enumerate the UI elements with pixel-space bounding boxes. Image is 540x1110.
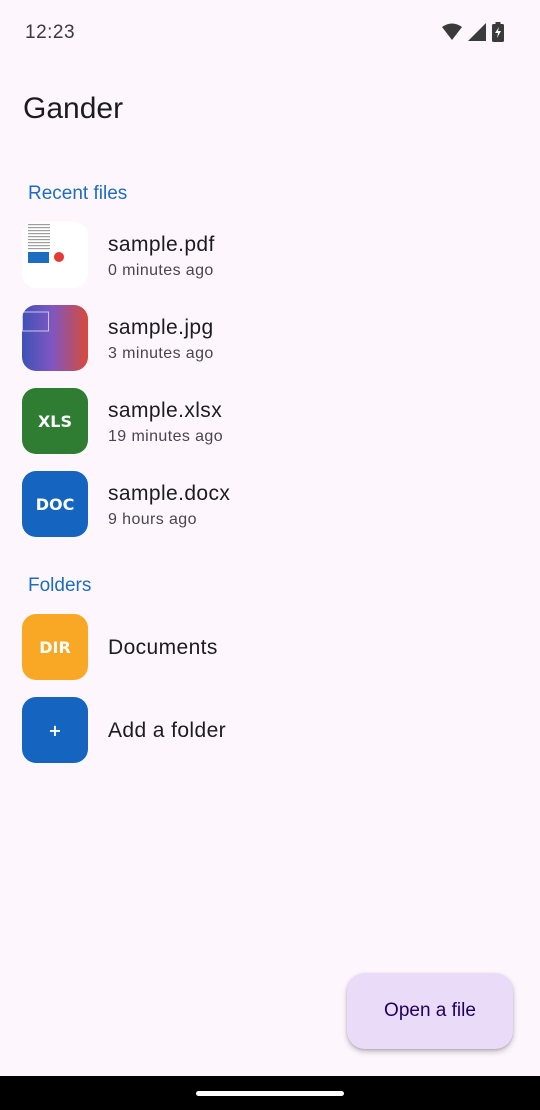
recent-files-header: Recent files <box>28 183 128 204</box>
file-name: sample.xlsx <box>108 399 223 422</box>
file-time: 19 minutes ago <box>108 428 224 445</box>
app-title: Gander <box>23 92 124 125</box>
add-folder-label: Add a folder <box>108 719 227 742</box>
file-time: 9 hours ago <box>108 511 197 528</box>
add-folder-item[interactable]: + Add a folder <box>0 697 540 767</box>
xls-file-icon: XLS <box>22 388 88 454</box>
folders-header: Folders <box>28 575 92 596</box>
file-name: sample.pdf <box>108 233 215 256</box>
file-time: 0 minutes ago <box>108 262 214 279</box>
system-nav-bar <box>0 1076 540 1110</box>
folder-item-documents[interactable]: DIR Documents <box>0 614 540 684</box>
recent-file-item-docx[interactable]: DOC sample.docx 9 hours ago <box>0 471 540 541</box>
status-time: 12:23 <box>25 22 76 43</box>
image-thumbnail-icon <box>22 305 88 371</box>
home-gesture-handle[interactable] <box>196 1091 344 1096</box>
status-bar: 12:23 <box>0 0 540 68</box>
battery-charging-icon <box>492 21 504 47</box>
cell-signal-icon <box>468 22 486 46</box>
folder-icon: DIR <box>22 614 88 680</box>
status-icons <box>442 21 504 47</box>
file-name: sample.jpg <box>108 316 214 339</box>
pdf-thumbnail-icon <box>22 222 88 288</box>
recent-file-item-pdf[interactable]: sample.pdf 0 minutes ago <box>0 222 540 292</box>
file-name: sample.docx <box>108 482 231 505</box>
wifi-icon <box>442 23 462 46</box>
recent-file-item-xlsx[interactable]: XLS sample.xlsx 19 minutes ago <box>0 388 540 458</box>
doc-file-icon: DOC <box>22 471 88 537</box>
folder-name: Documents <box>108 636 218 659</box>
recent-file-item-jpg[interactable]: sample.jpg 3 minutes ago <box>0 305 540 375</box>
file-time: 3 minutes ago <box>108 345 214 362</box>
open-file-button[interactable]: Open a file <box>347 973 513 1049</box>
add-icon: + <box>22 697 88 763</box>
